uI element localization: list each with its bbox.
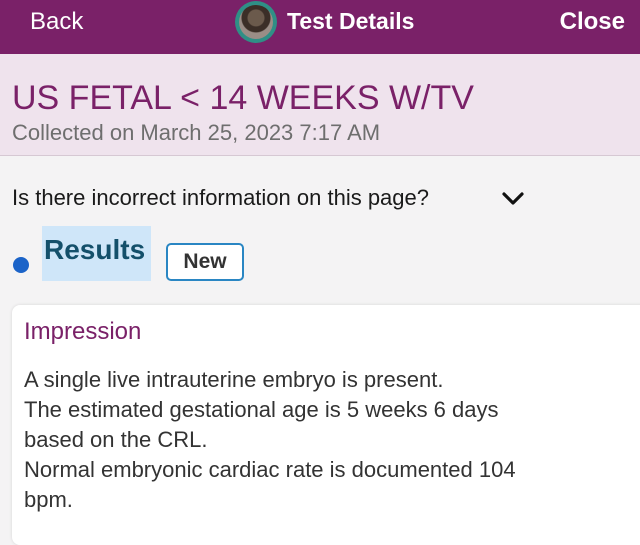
impression-line: based on the CRL. bbox=[24, 427, 208, 452]
results-heading-text: Results bbox=[44, 234, 146, 265]
impression-line: Normal embryonic cardiac rate is documen… bbox=[24, 457, 516, 482]
impression-title: Impression bbox=[24, 318, 142, 345]
chevron-down-icon[interactable] bbox=[500, 186, 526, 212]
new-badge: New bbox=[166, 243, 244, 281]
test-name: US FETAL < 14 WEEKS W/TV bbox=[12, 79, 474, 117]
avatar[interactable] bbox=[235, 1, 277, 43]
avatar-photo bbox=[239, 5, 273, 39]
top-nav-bar: Back Test Details Close bbox=[0, 0, 640, 54]
back-button[interactable]: Back bbox=[30, 8, 83, 36]
collected-date: Collected on March 25, 2023 7:17 AM bbox=[12, 120, 381, 145]
page-title: Test Details bbox=[287, 8, 415, 34]
impression-text: A single live intrauterine embryo is pre… bbox=[24, 365, 624, 515]
unread-dot bbox=[13, 257, 29, 273]
impression-line: The estimated gestational age is 5 weeks… bbox=[24, 397, 499, 422]
test-header: US FETAL < 14 WEEKS W/TV Collected on Ma… bbox=[0, 54, 640, 156]
results-heading: Results bbox=[42, 226, 151, 281]
incorrect-info-toggle[interactable]: Is there incorrect information on this p… bbox=[12, 185, 429, 211]
impression-card: Impression A single live intrauterine em… bbox=[12, 305, 640, 545]
impression-line: A single live intrauterine embryo is pre… bbox=[24, 367, 444, 392]
impression-line: bpm. bbox=[24, 487, 73, 512]
close-button[interactable]: Close bbox=[560, 8, 625, 36]
